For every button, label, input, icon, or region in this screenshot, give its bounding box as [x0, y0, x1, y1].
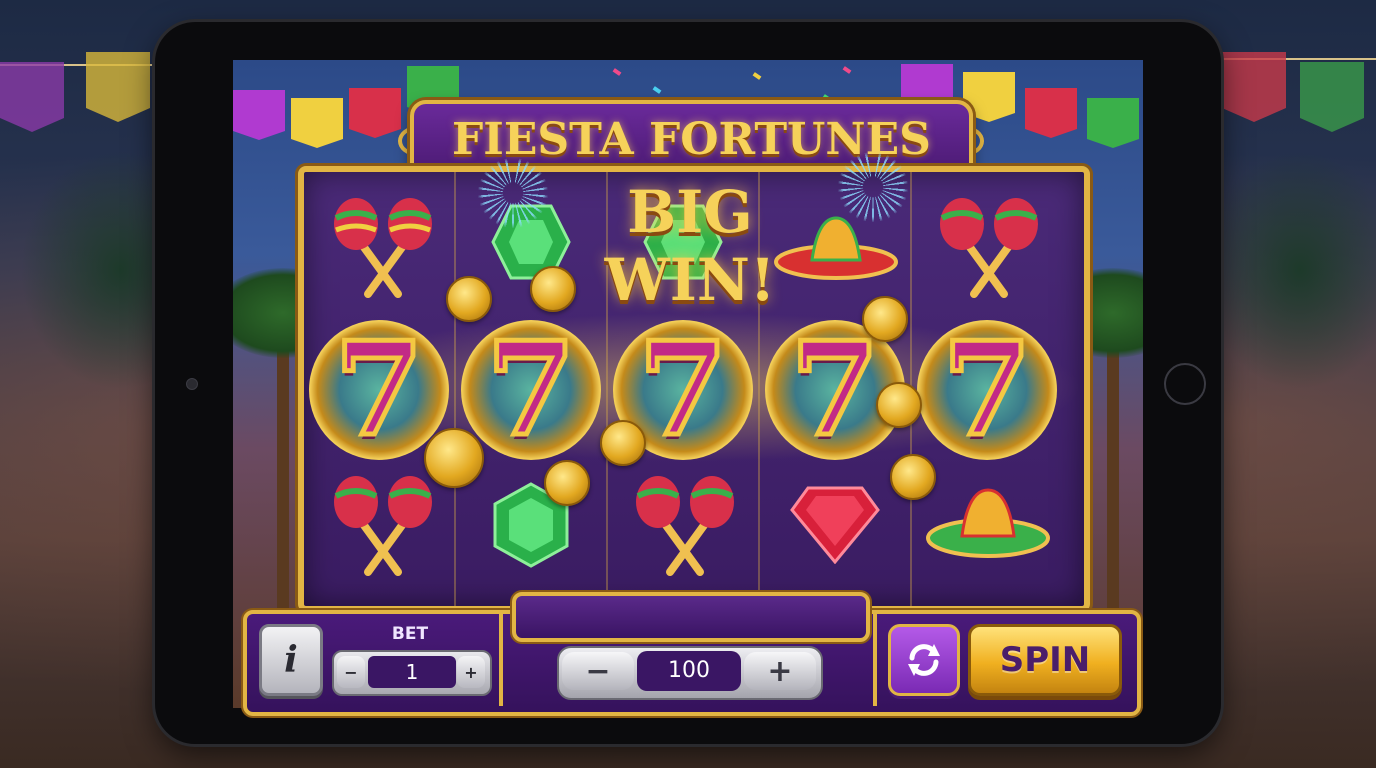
maracas-icon: [934, 194, 1044, 304]
papel-picado-flag: [349, 88, 401, 138]
coin-icon: [446, 276, 492, 322]
red-gem-icon: [790, 484, 880, 564]
papel-picado-flag: [233, 90, 285, 140]
firework: [838, 152, 908, 222]
firework: [478, 158, 548, 228]
refresh-icon: [908, 644, 940, 676]
amount-increase-button[interactable]: +: [744, 652, 816, 690]
bet-increase-button[interactable]: +: [457, 656, 485, 688]
bet-stepper: − 1 +: [332, 650, 492, 696]
spin-button[interactable]: SPIN: [968, 624, 1122, 696]
maracas-icon: [630, 472, 740, 582]
spin-label: SPIN: [999, 640, 1091, 680]
reel-1: 7: [304, 172, 456, 606]
amount-stepper: − 100 +: [557, 646, 823, 700]
camera-icon: [186, 378, 198, 390]
amount-value: 100: [637, 651, 741, 691]
sombrero-icon: [926, 482, 1050, 562]
seven-glyph: 7: [484, 315, 578, 465]
win-display: [512, 592, 870, 642]
coin-icon: [600, 420, 646, 466]
coin-icon: [890, 454, 936, 500]
background-flag: [86, 52, 150, 122]
confetti: [842, 66, 852, 74]
seven-glyph: 7: [332, 315, 426, 465]
maracas-icon: [328, 472, 438, 582]
bet-decrease-button[interactable]: −: [337, 656, 365, 688]
bet-value: 1: [368, 656, 456, 688]
coin-icon: [862, 296, 908, 342]
control-divider: [873, 612, 877, 706]
seven-glyph: 7: [788, 315, 882, 465]
big-win-banner: BIG WIN!: [604, 178, 776, 314]
info-button[interactable]: i: [259, 624, 323, 696]
background-flag: [1222, 52, 1286, 122]
bet-label: BET: [391, 624, 429, 644]
seven-glyph: 7: [940, 315, 1034, 465]
autospin-button[interactable]: [888, 624, 960, 696]
seven-symbol: 7: [913, 316, 1061, 464]
papel-picado-flag: [1087, 98, 1139, 148]
amount-decrease-button[interactable]: −: [562, 652, 634, 690]
info-icon: i: [284, 639, 298, 681]
background-flag: [0, 62, 64, 132]
confetti: [612, 68, 622, 76]
papel-picado-flag: [1025, 88, 1077, 138]
coin-icon: [544, 460, 590, 506]
coin-icon: [424, 428, 484, 488]
control-divider: [499, 612, 503, 706]
seven-glyph: 7: [636, 315, 730, 465]
home-button[interactable]: [1164, 363, 1206, 405]
palm-tree-right: [1043, 268, 1143, 648]
papel-picado-flag: [291, 98, 343, 148]
confetti: [652, 86, 662, 94]
background-flag: [1300, 62, 1364, 132]
confetti: [752, 72, 762, 80]
reel-5: 7: [912, 172, 1062, 606]
coin-icon: [876, 382, 922, 428]
coin-icon: [530, 266, 576, 312]
maracas-icon: [328, 194, 438, 304]
